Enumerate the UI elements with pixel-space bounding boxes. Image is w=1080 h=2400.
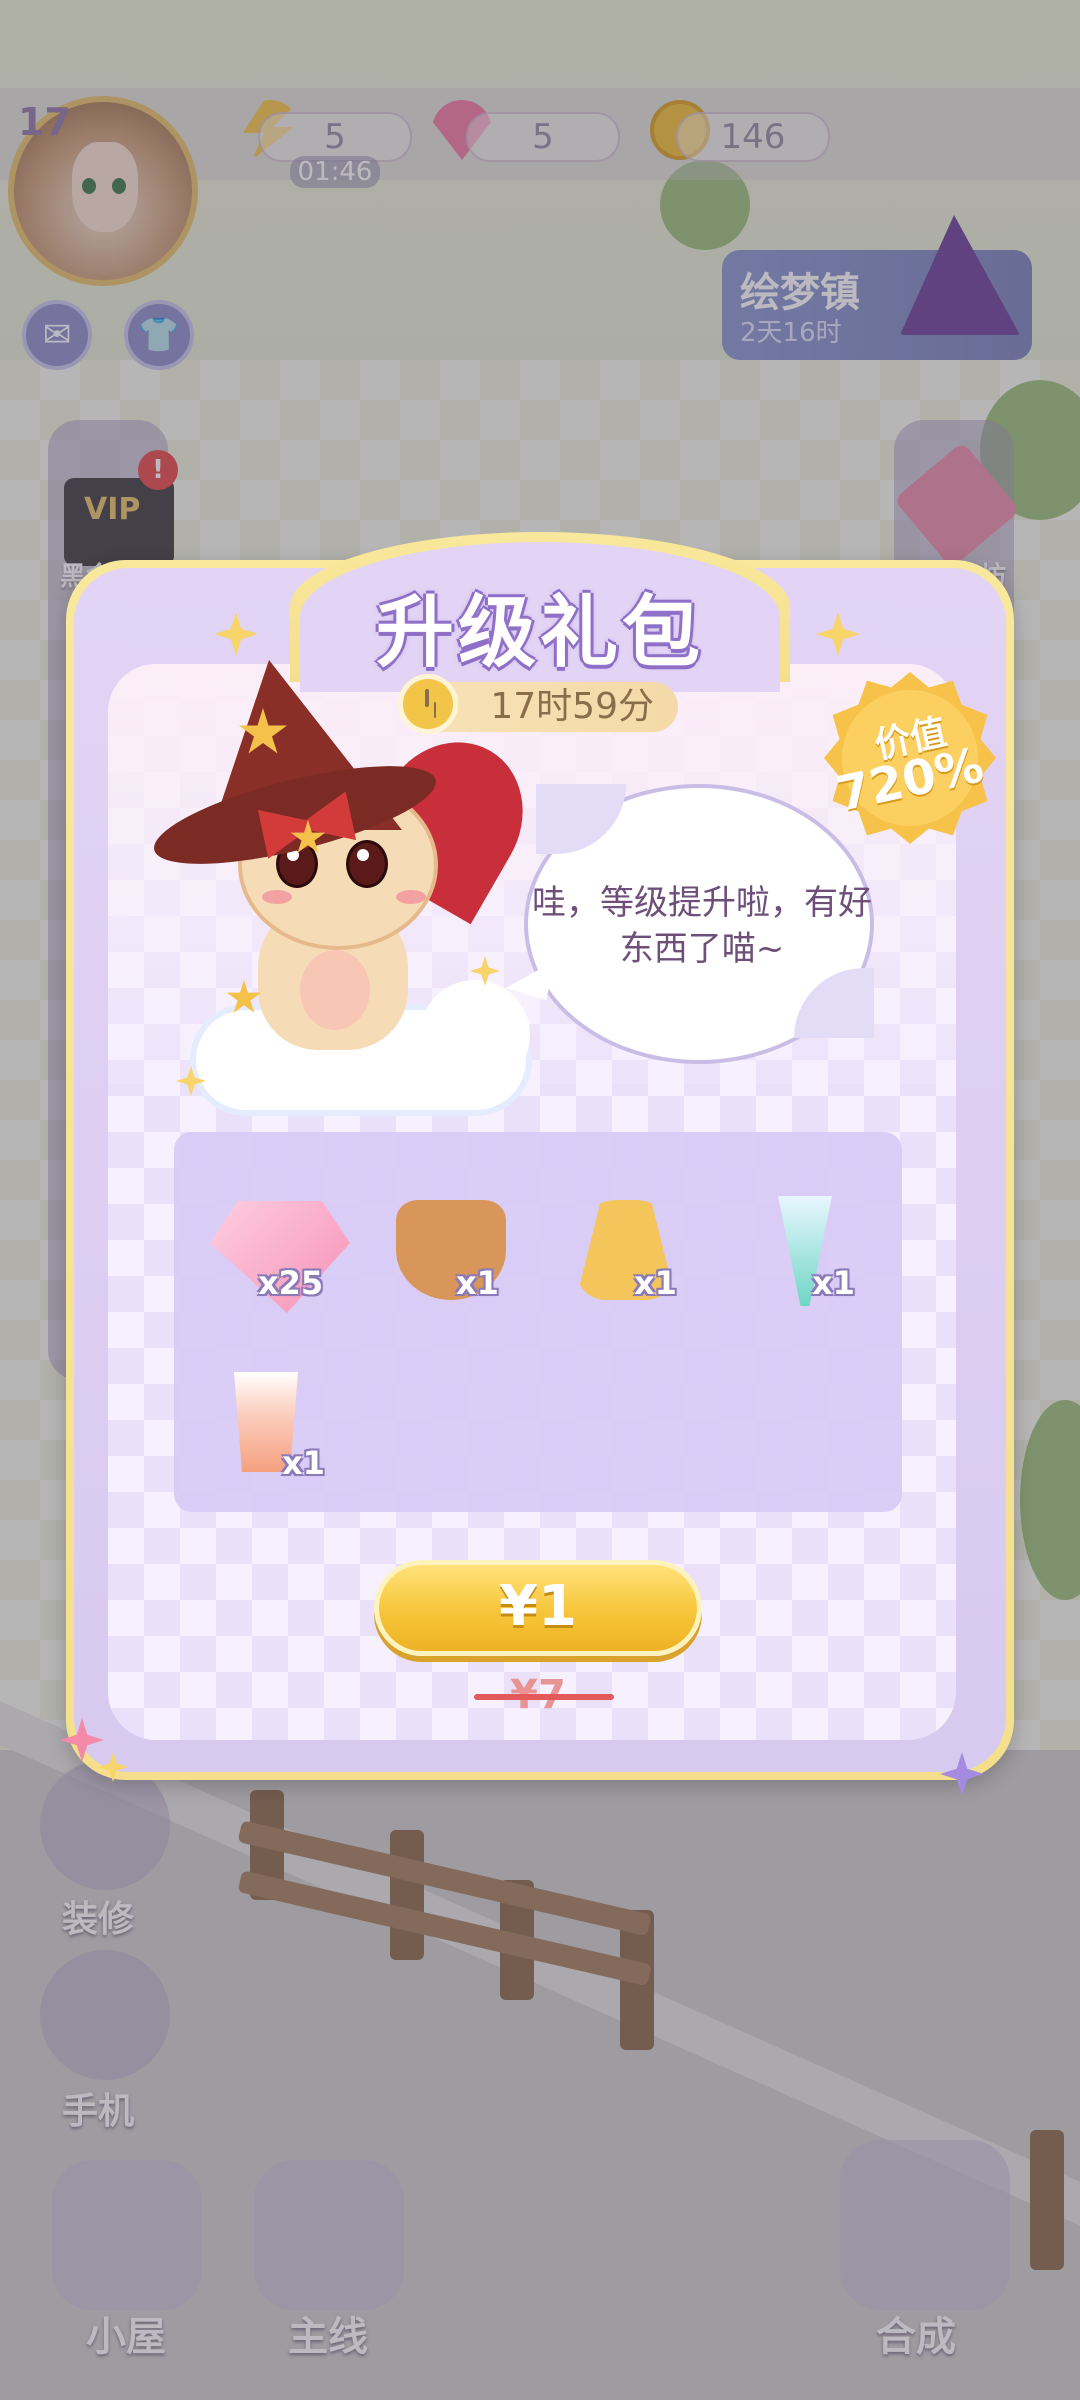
strikethrough-line [474,1694,614,1700]
reward-qty: x1 [634,1264,677,1302]
reward-qty: x1 [812,1264,855,1302]
reward-qty: x25 [258,1264,324,1302]
clock-icon [398,674,458,734]
cloud-decoration [420,980,530,1090]
buy-button[interactable]: ¥1 [374,1560,702,1656]
cat-blush [262,890,292,904]
cat-eye [346,840,388,888]
popup-title: 升级礼包 [375,588,704,678]
cat-blush [396,890,426,904]
speech-text: 哇，等级提升啦，有好东西了喵~ [532,883,872,969]
reward-qty: x1 [282,1444,325,1482]
cat-mascot-belly [300,950,370,1030]
reward-qty: x1 [456,1264,499,1302]
